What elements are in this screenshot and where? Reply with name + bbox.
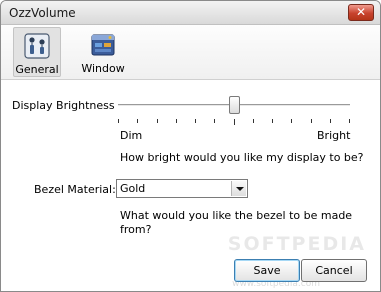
slider-tick: [272, 119, 273, 123]
chevron-down-icon[interactable]: [231, 181, 246, 196]
slider-tick: [118, 119, 119, 123]
toolbar: General Window: [1, 25, 380, 80]
slider-tick: [137, 119, 138, 123]
brightness-slider[interactable]: [118, 96, 350, 118]
tab-window[interactable]: Window: [79, 27, 127, 77]
tab-window-label: Window: [81, 62, 125, 75]
slider-tick: [195, 119, 196, 123]
slider-tick: [291, 119, 292, 123]
cancel-button[interactable]: Cancel: [301, 259, 367, 282]
tab-general[interactable]: General: [13, 27, 61, 77]
title-bar[interactable]: OzzVolume ✕: [1, 1, 380, 25]
close-icon: ✕: [355, 5, 367, 19]
slider-tick: [176, 119, 177, 123]
slider-min-label: Dim: [120, 129, 143, 142]
bezel-material-select[interactable]: Gold: [116, 179, 248, 198]
save-button[interactable]: Save: [234, 259, 300, 282]
window-title: OzzVolume: [9, 6, 76, 20]
tab-general-label: General: [15, 63, 59, 76]
window-icon: [91, 34, 115, 56]
slider-tick: [234, 119, 235, 125]
bezel-help-line-1: What would you like the bezel to be made: [120, 209, 353, 222]
slider-tick: [253, 119, 254, 123]
slider-tick: [349, 119, 350, 123]
slider-thumb[interactable]: [229, 96, 240, 114]
slider-tick: [214, 119, 215, 123]
brightness-help-text: How bright would you like my display to …: [120, 151, 364, 164]
slider-ticks: [118, 119, 350, 125]
slider-tick: [157, 119, 158, 123]
display-brightness-label: Display Brightness: [12, 99, 115, 112]
slider-tick: [311, 119, 312, 123]
slider-tick: [330, 119, 331, 123]
slider-max-label: Bright: [317, 129, 351, 142]
watermark: SOFTPEDIA: [227, 233, 366, 255]
bezel-material-value: Gold: [120, 182, 146, 195]
close-button[interactable]: ✕: [348, 4, 374, 21]
general-settings-icon: [24, 33, 50, 59]
bezel-help-line-2: from?: [120, 223, 152, 236]
bezel-material-label: Bezel Material:: [34, 183, 116, 196]
preferences-window: OzzVolume ✕ General Window Display Brigh…: [0, 0, 381, 292]
